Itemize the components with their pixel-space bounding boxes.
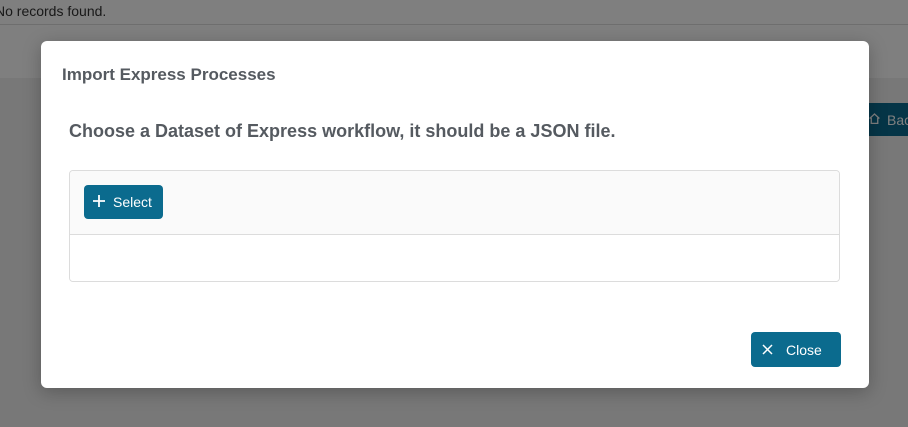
select-button-label: Select: [113, 194, 152, 210]
file-upload-toolbar: Select: [70, 171, 839, 235]
page: No records found. Back Import Express Pr…: [0, 0, 908, 427]
plus-icon: [92, 194, 106, 211]
file-upload-panel: Select: [69, 170, 840, 282]
import-dialog: Import Express Processes Choose a Datase…: [41, 41, 869, 388]
dialog-title: Import Express Processes: [62, 65, 276, 84]
select-file-button[interactable]: Select: [84, 185, 163, 219]
close-button-label: Close: [786, 341, 822, 358]
close-icon: [762, 342, 773, 358]
dialog-instructions: Choose a Dataset of Express workflow, it…: [69, 121, 616, 141]
file-list-area[interactable]: [70, 235, 839, 281]
close-button[interactable]: Close: [751, 332, 841, 367]
